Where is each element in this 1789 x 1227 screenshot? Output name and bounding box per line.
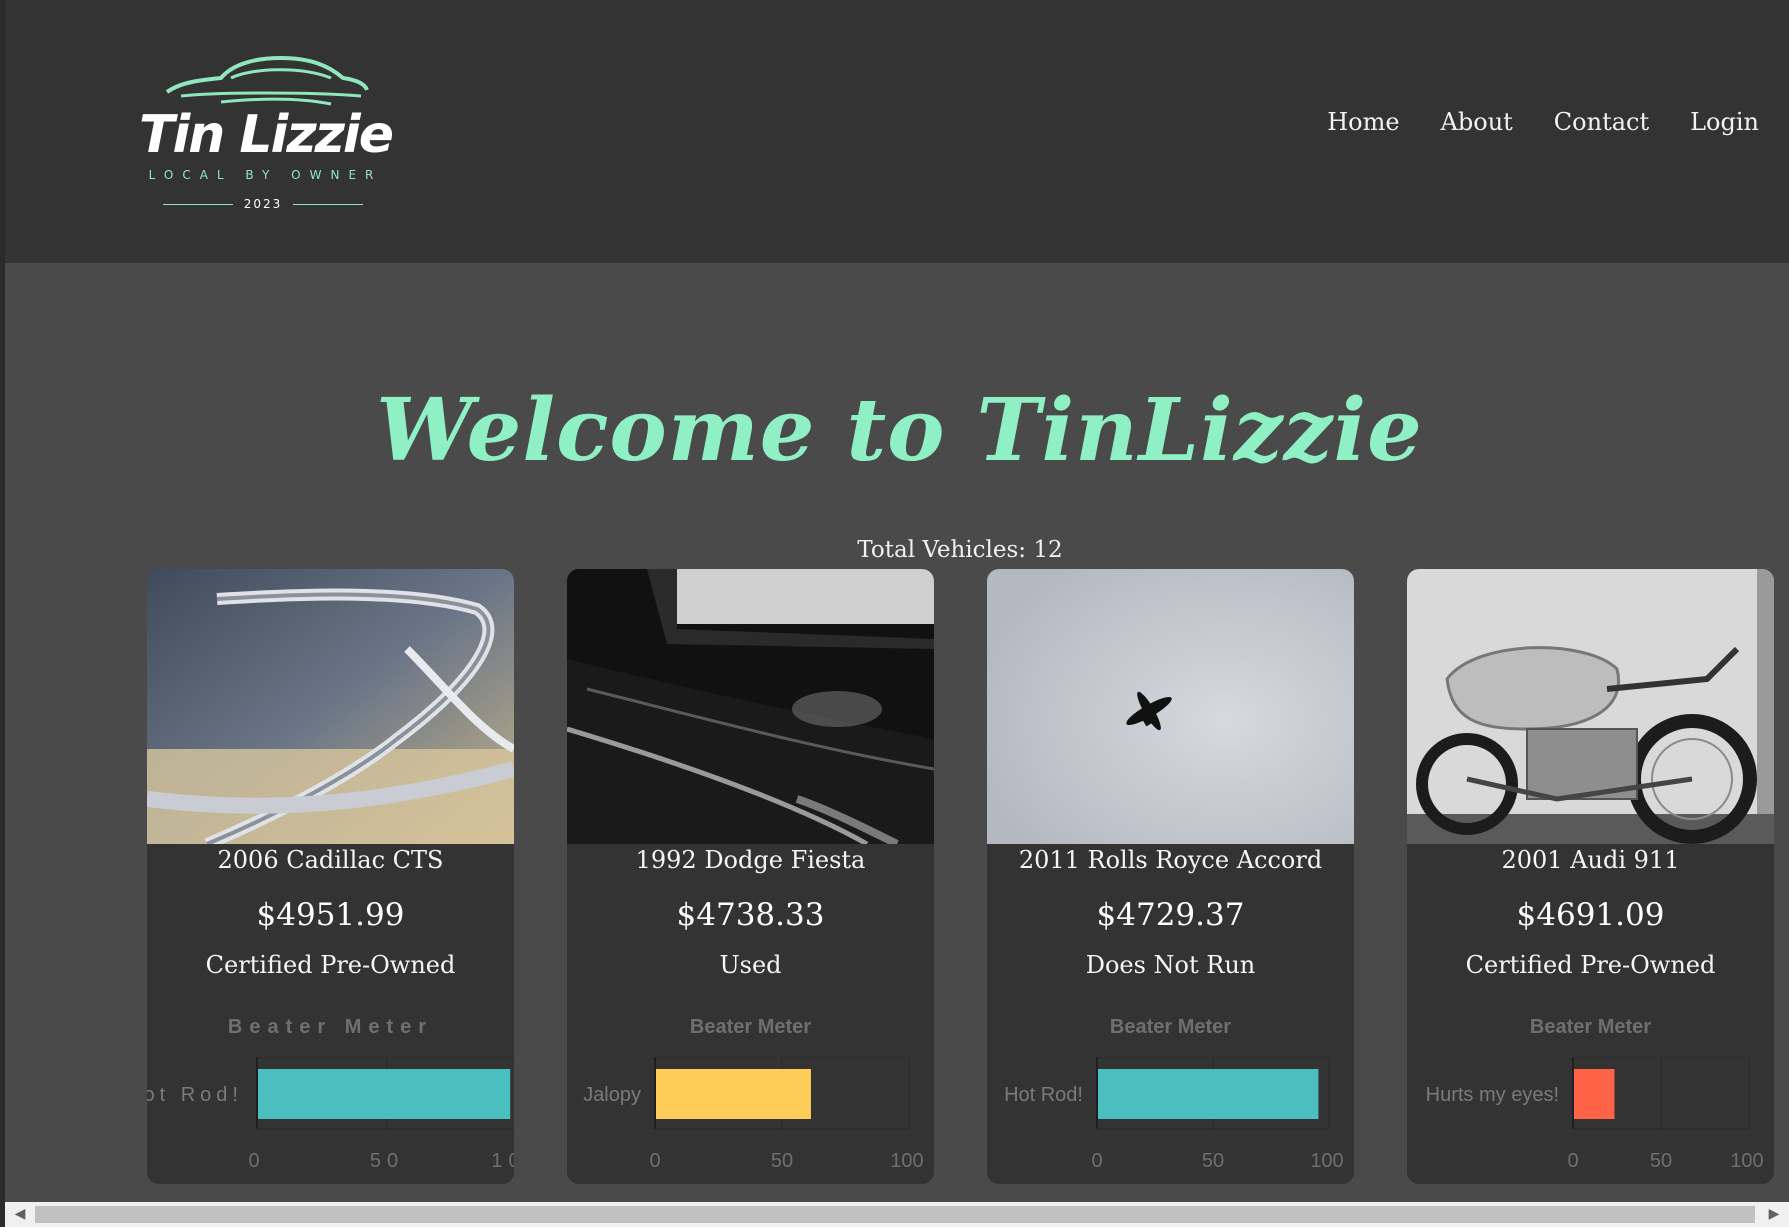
meter-bar: [1574, 1069, 1615, 1119]
welcome-heading: Welcome to TinLizzie: [376, 380, 1423, 481]
nav-login-link[interactable]: Login: [1690, 104, 1759, 140]
meter-tick-label: 0: [248, 1150, 265, 1172]
beater-meter-title: Beater Meter: [1529, 1016, 1652, 1038]
site-header: Tin Lizzie LOCAL BY OWNER 2023 Home Abou…: [5, 0, 1789, 263]
nav-about-link[interactable]: About: [1441, 104, 1513, 140]
meter-category-label: Jalopy: [583, 1084, 641, 1106]
nav-home-link[interactable]: Home: [1327, 104, 1399, 140]
logo-wordmark: Tin Lizzie: [139, 105, 394, 165]
vehicle-photo[interactable]: [1407, 569, 1774, 844]
meter-tick-label: 0: [1567, 1150, 1578, 1172]
meter-category-label: Hot Rod!: [147, 1084, 243, 1106]
horizontal-scrollbar[interactable]: ◀ ▶: [5, 1202, 1789, 1227]
vehicle-card[interactable]: 2001 Audi 911 $4691.09 Certified Pre-Own…: [1407, 569, 1774, 1184]
main-nav: Home About Contact Login: [1286, 104, 1759, 140]
vehicle-title: 2001 Audi 911: [1501, 846, 1680, 874]
meter-tick-label: 100: [1730, 1150, 1763, 1172]
meter-tick-label: 50: [370, 1150, 404, 1172]
beater-meter-chart: Hot Rod! 0 50 100: [147, 1057, 514, 1172]
vehicle-title: 1992 Dodge Fiesta: [635, 846, 866, 874]
beater-meter-title: Beater Meter: [1109, 1016, 1232, 1038]
beater-meter-title: Beater Meter: [689, 1016, 812, 1038]
vehicle-card-list: 2006 Cadillac CTS $4951.99 Certified Pre…: [147, 569, 1789, 1184]
meter-bar: [1098, 1069, 1319, 1119]
nav-contact-link[interactable]: Contact: [1554, 104, 1649, 140]
vehicle-condition: Does Not Run: [1085, 951, 1256, 979]
vehicle-photo[interactable]: [567, 569, 934, 844]
meter-tick-label: 100: [890, 1150, 923, 1172]
scroll-left-icon[interactable]: ◀: [5, 1202, 35, 1227]
site-logo[interactable]: Tin Lizzie LOCAL BY OWNER 2023: [133, 52, 398, 222]
beater-meter-chart: Hurts my eyes! 0 50 100: [1426, 1057, 1764, 1172]
vehicle-card[interactable]: 2006 Cadillac CTS $4951.99 Certified Pre…: [147, 569, 514, 1184]
meter-tick-label: 100: [1310, 1150, 1343, 1172]
logo-year: 2023: [243, 197, 283, 211]
vehicle-photo[interactable]: [987, 569, 1354, 844]
total-vehicles-count: Total Vehicles: 12: [857, 537, 1063, 563]
meter-category-label: Hurts my eyes!: [1426, 1084, 1559, 1106]
beater-meter-chart: Hot Rod! 0 50 100: [1004, 1057, 1344, 1172]
vehicle-price: $4738.33: [676, 897, 825, 933]
vehicle-card[interactable]: 1992 Dodge Fiesta $4738.33 Used Beater M…: [567, 569, 934, 1184]
vehicle-title: 2011 Rolls Royce Accord: [1018, 846, 1323, 874]
meter-tick-label: 50: [1650, 1150, 1672, 1172]
meter-category-label: Hot Rod!: [1004, 1084, 1083, 1106]
meter-tick-label: 50: [771, 1150, 793, 1172]
beater-meter-title: Beater Meter: [227, 1016, 434, 1038]
vehicle-card[interactable]: 2011 Rolls Royce Accord $4729.37 Does No…: [987, 569, 1354, 1184]
logo-tagline: LOCAL BY OWNER: [148, 168, 383, 182]
meter-bar: [258, 1069, 511, 1119]
beater-meter-chart: Jalopy 0 50 100: [583, 1057, 924, 1172]
meter-tick-label: 50: [1202, 1150, 1224, 1172]
vehicle-price: $4729.37: [1096, 897, 1245, 933]
logo-year-block: 2023: [163, 194, 363, 214]
meter-tick-label: 100: [491, 1150, 514, 1172]
scroll-right-icon[interactable]: ▶: [1759, 1202, 1789, 1227]
vehicle-photo[interactable]: [147, 569, 514, 844]
vehicle-condition: Certified Pre-Owned: [1465, 951, 1716, 979]
vehicle-price: $4691.09: [1516, 897, 1665, 933]
vehicle-price: $4951.99: [256, 897, 405, 933]
car-silhouette-icon: [165, 55, 369, 106]
meter-bar: [656, 1069, 811, 1119]
meter-tick-label: 0: [1091, 1150, 1102, 1172]
scrollbar-thumb[interactable]: [35, 1206, 1755, 1223]
vehicle-condition: Certified Pre-Owned: [205, 951, 456, 979]
vehicle-title: 2006 Cadillac CTS: [217, 846, 444, 874]
meter-tick-label: 0: [649, 1150, 660, 1172]
vehicle-condition: Used: [719, 951, 782, 979]
